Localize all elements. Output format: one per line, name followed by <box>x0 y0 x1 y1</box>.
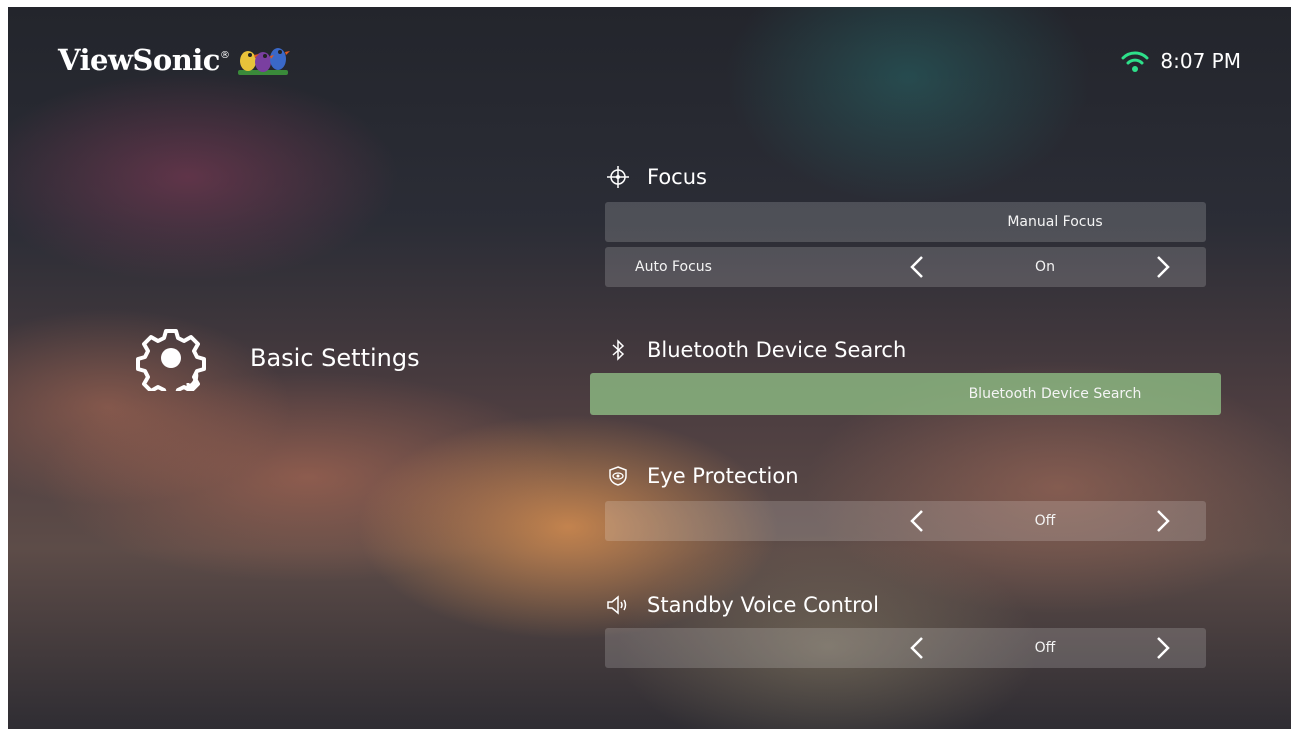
chevron-right-icon[interactable] <box>1153 509 1173 533</box>
focus-section-header: Focus <box>605 164 707 190</box>
chevron-left-icon[interactable] <box>907 636 927 660</box>
chevron-right-icon[interactable] <box>1153 636 1173 660</box>
eye-protection-section-header: Eye Protection <box>605 463 799 489</box>
bluetooth-icon <box>605 337 631 363</box>
eye-shield-icon <box>605 463 631 489</box>
birds-logo-icon <box>237 48 290 75</box>
registered-mark: ® <box>219 49 230 61</box>
chevron-right-icon[interactable] <box>1153 255 1173 279</box>
auto-focus-label: Auto Focus <box>635 259 712 275</box>
category-label: Basic Settings <box>250 344 420 372</box>
auto-focus-value: On <box>1035 259 1055 275</box>
manual-focus-label: Manual Focus <box>1007 214 1103 230</box>
chevron-left-icon[interactable] <box>907 509 927 533</box>
auto-focus-row[interactable]: Auto Focus On <box>605 247 1206 287</box>
bluetooth-button-label: Bluetooth Device Search <box>968 386 1142 402</box>
brand-logo: ViewSonic ® <box>58 40 292 80</box>
standby-voice-row[interactable]: Off <box>605 628 1206 668</box>
chevron-left-icon[interactable] <box>907 255 927 279</box>
eye-protection-row[interactable]: Off <box>605 501 1206 541</box>
projector-screen: ViewSonic ® 8:07 PM Basic Settings Focus… <box>8 7 1291 729</box>
speaker-icon <box>605 592 631 618</box>
clock-time: 8:07 PM <box>1160 49 1241 73</box>
crosshair-icon <box>605 164 631 190</box>
brand-name: ViewSonic <box>58 43 220 77</box>
bluetooth-device-search-button[interactable]: Bluetooth Device Search <box>590 373 1221 415</box>
eye-protection-value: Off <box>1034 513 1056 529</box>
focus-title: Focus <box>647 165 707 189</box>
manual-focus-row[interactable]: Manual Focus <box>605 202 1206 242</box>
category-basic-settings[interactable]: Basic Settings <box>136 325 420 391</box>
standby-voice-section-header: Standby Voice Control <box>605 592 879 618</box>
gear-icon <box>136 329 206 391</box>
standby-voice-title: Standby Voice Control <box>647 593 879 617</box>
wifi-icon <box>1121 51 1149 72</box>
standby-voice-value: Off <box>1034 640 1056 656</box>
status-bar: 8:07 PM <box>1120 49 1241 73</box>
bluetooth-section-header: Bluetooth Device Search <box>605 337 906 363</box>
bluetooth-title: Bluetooth Device Search <box>647 338 907 362</box>
eye-protection-title: Eye Protection <box>647 464 799 488</box>
